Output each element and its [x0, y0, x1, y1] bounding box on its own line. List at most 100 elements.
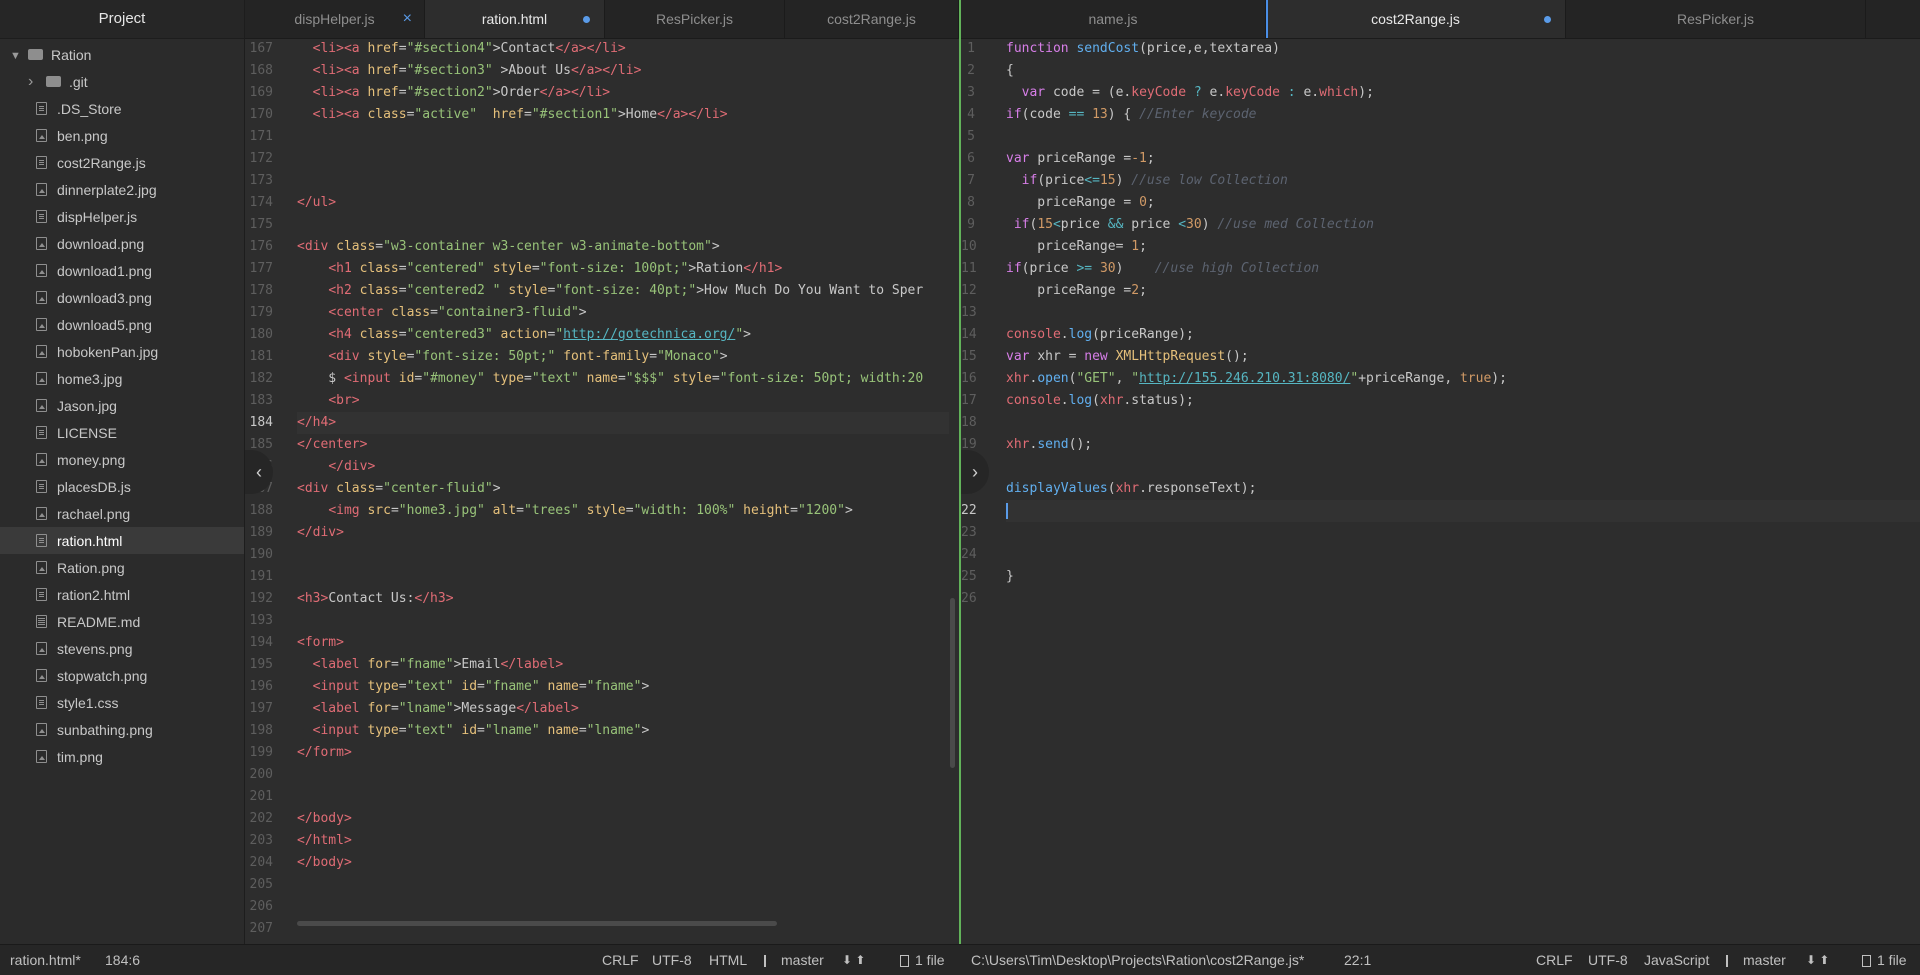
- code-line[interactable]: <input type="text" id="lname" name="lnam…: [297, 720, 949, 742]
- status-left-github[interactable]: 1 file: [900, 945, 945, 975]
- right-code-area[interactable]: function sendCost(price,e,textarea) { var…: [1006, 38, 1920, 944]
- status-right-line-ending[interactable]: CRLF: [1536, 945, 1573, 975]
- code-line[interactable]: <h4 class="centered3" action="http://got…: [297, 324, 949, 346]
- code-line[interactable]: </form>: [297, 742, 949, 764]
- status-left-encoding[interactable]: UTF-8: [652, 945, 692, 975]
- code-line[interactable]: [297, 566, 949, 588]
- tree-item-sunbathing-png[interactable]: sunbathing.png: [0, 716, 244, 743]
- tree-item-download-png[interactable]: download.png: [0, 230, 244, 257]
- code-line[interactable]: var priceRange =-1;: [1006, 148, 1920, 170]
- code-line[interactable]: <img src="home3.jpg" alt="trees" style="…: [297, 500, 949, 522]
- code-line[interactable]: console.log(priceRange);: [1006, 324, 1920, 346]
- code-line[interactable]: [297, 610, 949, 632]
- code-line[interactable]: $ <input id="#money" type="text" name="$…: [297, 368, 949, 390]
- tab-cost2range-js[interactable]: cost2Range.js: [785, 0, 959, 38]
- code-line[interactable]: <div style = "font-size: 50pt;" font-famil…: [297, 346, 949, 368]
- code-line[interactable]: priceRange =2;: [1006, 280, 1920, 302]
- tree-item-tim-png[interactable]: tim.png: [0, 743, 244, 770]
- code-line[interactable]: </h4>: [297, 412, 949, 434]
- tree-item-ration-html[interactable]: ration.html: [0, 527, 244, 554]
- code-line[interactable]: <h2 class="centered2 " style="font-size:…: [297, 280, 949, 302]
- chevron-down-icon[interactable]: ▼: [10, 43, 28, 70]
- tree-item-download5-png[interactable]: download5.png: [0, 311, 244, 338]
- code-line[interactable]: [297, 544, 949, 566]
- status-right-branch[interactable]: master: [1726, 945, 1786, 975]
- code-line[interactable]: </div>: [297, 522, 949, 544]
- tree-item-download1-png[interactable]: download1.png: [0, 257, 244, 284]
- code-line[interactable]: <label for="lname">Message</label>: [297, 698, 949, 720]
- code-line[interactable]: console.log(xhr.status);: [1006, 390, 1920, 412]
- code-line[interactable]: [1006, 588, 1920, 610]
- code-line[interactable]: xhr.send();: [1006, 434, 1920, 456]
- code-line[interactable]: [297, 170, 949, 192]
- close-icon[interactable]: ×: [403, 0, 412, 38]
- tree-item-download3-png[interactable]: download3.png: [0, 284, 244, 311]
- code-line[interactable]: priceRange= 1;: [1006, 236, 1920, 258]
- tab-respicker-js[interactable]: ResPicker.js: [605, 0, 785, 38]
- tree-item-license[interactable]: LICENSE: [0, 419, 244, 446]
- chevron-right-icon[interactable]: ›: [28, 68, 46, 95]
- tree-item-style1-css[interactable]: style1.css: [0, 689, 244, 716]
- code-line[interactable]: [1006, 456, 1920, 478]
- code-line[interactable]: if(price<=15) //use low Collection: [1006, 170, 1920, 192]
- status-left-file[interactable]: ration.html*: [10, 945, 81, 975]
- code-line[interactable]: <br>: [297, 390, 949, 412]
- code-line[interactable]: [297, 896, 949, 918]
- code-line[interactable]: [1006, 126, 1920, 148]
- status-left-branch[interactable]: master: [764, 945, 824, 975]
- code-line[interactable]: [1006, 522, 1920, 544]
- status-left-grammar[interactable]: HTML: [709, 945, 747, 975]
- code-line[interactable]: [297, 214, 949, 236]
- tree-item--git[interactable]: › .git: [0, 68, 244, 95]
- status-left-line-ending[interactable]: CRLF: [602, 945, 639, 975]
- tree-item-cost2range-js[interactable]: cost2Range.js: [0, 149, 244, 176]
- fetch-arrows-icon[interactable]: ⬇ ⬆: [1806, 945, 1829, 975]
- code-line[interactable]: [297, 874, 949, 896]
- code-line[interactable]: [297, 764, 949, 786]
- code-line[interactable]: [1006, 500, 1920, 522]
- code-line[interactable]: <form>: [297, 632, 949, 654]
- code-line[interactable]: </ul>: [297, 192, 949, 214]
- tree-item--ds-store[interactable]: .DS_Store: [0, 95, 244, 122]
- code-line[interactable]: function sendCost(price,e,textarea): [1006, 38, 1920, 60]
- code-line[interactable]: </html>: [297, 830, 949, 852]
- code-line[interactable]: [1006, 544, 1920, 566]
- code-line[interactable]: var xhr = new XMLHttpRequest();: [1006, 346, 1920, 368]
- tab-cost2range-js[interactable]: cost2Range.js: [1266, 0, 1566, 38]
- tree-root-ration[interactable]: ▼ Ration: [0, 41, 244, 68]
- left-horizontal-scrollbar[interactable]: [297, 921, 777, 926]
- code-line[interactable]: <li><a href="#section3" >About Us</a></l…: [297, 60, 949, 82]
- tab-name-js[interactable]: name.js: [961, 0, 1266, 38]
- code-line[interactable]: <li><a class="active" href="#section1">H…: [297, 104, 949, 126]
- code-line[interactable]: if(15<price && price <30) //use med Coll…: [1006, 214, 1920, 236]
- code-line[interactable]: <div class="center-fluid">: [297, 478, 949, 500]
- tree-item-rachael-png[interactable]: rachael.png: [0, 500, 244, 527]
- code-line[interactable]: </body>: [297, 808, 949, 830]
- tree-item-money-png[interactable]: money.png: [0, 446, 244, 473]
- fetch-arrows-icon[interactable]: ⬇ ⬆: [842, 945, 865, 975]
- left-vertical-scrollbar[interactable]: [950, 598, 955, 768]
- status-right-grammar[interactable]: JavaScript: [1644, 945, 1709, 975]
- code-line[interactable]: xhr.open("GET", "http://155.246.210.31:8…: [1006, 368, 1920, 390]
- code-line[interactable]: <li><a href="#section2">Order</a></li>: [297, 82, 949, 104]
- tree-item-ration2-html[interactable]: ration2.html: [0, 581, 244, 608]
- code-line[interactable]: {: [1006, 60, 1920, 82]
- code-line[interactable]: [1006, 302, 1920, 324]
- code-line[interactable]: <h3>Contact Us:</h3>: [297, 588, 949, 610]
- left-code-area[interactable]: <li><a href="#section4">Contact</a></li>…: [297, 38, 949, 944]
- tab-disphelper-js[interactable]: dispHelper.js ×: [245, 0, 425, 38]
- code-line[interactable]: <h1 class="centered" style="font-size: 1…: [297, 258, 949, 280]
- code-line[interactable]: </div>: [297, 456, 949, 478]
- tree-item-stopwatch-png[interactable]: stopwatch.png: [0, 662, 244, 689]
- tree-item-home3-jpg[interactable]: home3.jpg: [0, 365, 244, 392]
- tree-item-placesdb-js[interactable]: placesDB.js: [0, 473, 244, 500]
- tree-item-ben-png[interactable]: ben.png: [0, 122, 244, 149]
- tab-ration-html[interactable]: ration.html: [425, 0, 605, 38]
- code-line[interactable]: if(price >= 30) //use high Collection: [1006, 258, 1920, 280]
- code-line[interactable]: [1006, 412, 1920, 434]
- tree-item-jason-jpg[interactable]: Jason.jpg: [0, 392, 244, 419]
- code-line[interactable]: }: [1006, 566, 1920, 588]
- tree-item-dinnerplate2-jpg[interactable]: dinnerplate2.jpg: [0, 176, 244, 203]
- status-right-github[interactable]: 1 file: [1862, 945, 1907, 975]
- code-line[interactable]: <div class="w3-container w3-center w3-an…: [297, 236, 949, 258]
